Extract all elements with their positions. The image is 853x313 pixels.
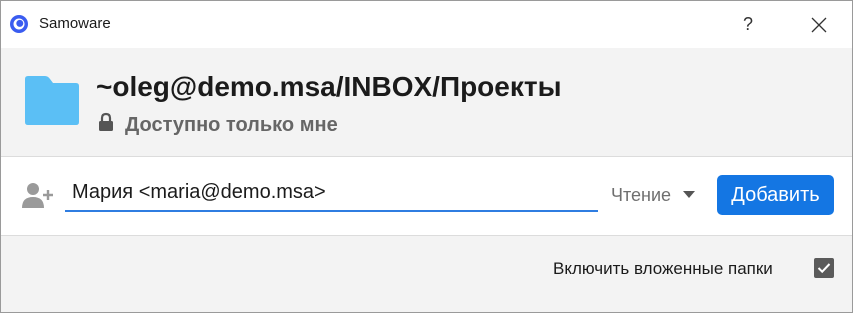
user-search-input[interactable] <box>65 175 598 212</box>
add-button[interactable]: Добавить <box>717 175 834 215</box>
close-button[interactable] <box>791 1 847 48</box>
close-icon <box>811 17 827 32</box>
help-button[interactable]: ? <box>723 1 773 48</box>
add-user-icon <box>22 183 53 208</box>
app-logo-icon <box>10 15 28 33</box>
share-folder-dialog: Samoware ? ~oleg@demo.msa/INBOX/Проекты … <box>0 0 853 313</box>
checkmark-icon <box>817 263 831 274</box>
role-select-label: Чтение <box>611 184 672 205</box>
include-subfolders-label: Включить вложенные папки <box>553 259 773 278</box>
title-bar: Samoware ? <box>1 1 852 48</box>
invite-row: Чтение Добавить <box>1 157 852 236</box>
folder-path-title: ~oleg@demo.msa/INBOX/Проекты <box>96 71 562 102</box>
folder-icon <box>25 76 79 125</box>
role-select[interactable]: Чтение <box>611 184 696 206</box>
folder-header: ~oleg@demo.msa/INBOX/Проекты Доступно то… <box>1 48 852 157</box>
chevron-down-icon <box>683 191 696 198</box>
include-subfolders-checkbox[interactable] <box>814 258 834 278</box>
lock-icon <box>99 112 113 131</box>
dialog-footer: Включить вложенные папки <box>1 236 852 312</box>
window-title: Samoware <box>39 15 111 32</box>
access-status: Доступно только мне <box>125 114 338 136</box>
